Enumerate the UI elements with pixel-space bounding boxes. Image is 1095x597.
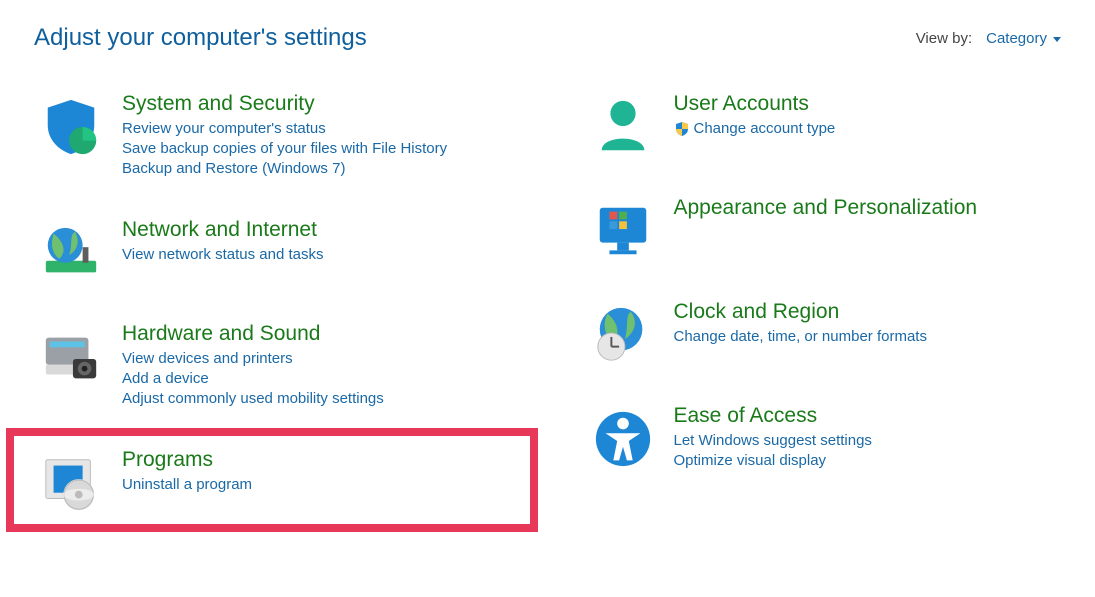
link-optimize-display[interactable]: Optimize visual display — [674, 452, 872, 469]
link-uninstall-program[interactable]: Uninstall a program — [122, 476, 252, 493]
network-internet-icon — [40, 222, 102, 284]
link-change-account-type[interactable]: Change account type — [674, 120, 836, 137]
right-column: User Accounts Change account type — [558, 72, 1090, 532]
category-appearance-personalization[interactable]: Appearance and Personalization — [558, 176, 1090, 280]
category-clock-and-region[interactable]: Clock and Region Change date, time, or n… — [558, 280, 1090, 384]
category-title[interactable]: Clock and Region — [674, 300, 927, 324]
category-title[interactable]: Network and Internet — [122, 218, 324, 242]
shield-security-icon — [40, 96, 102, 158]
category-system-and-security[interactable]: System and Security Review your computer… — [6, 72, 538, 198]
hardware-sound-icon — [40, 326, 102, 388]
category-title[interactable]: User Accounts — [674, 92, 836, 116]
view-by-label: View by: — [916, 30, 972, 47]
category-network-and-internet[interactable]: Network and Internet View network status… — [6, 198, 538, 302]
view-by-value[interactable]: Category — [986, 30, 1061, 47]
link-mobility-settings[interactable]: Adjust commonly used mobility settings — [122, 390, 384, 407]
link-network-status[interactable]: View network status and tasks — [122, 246, 324, 263]
view-by-control[interactable]: View by: Category — [916, 30, 1061, 47]
link-devices-printers[interactable]: View devices and printers — [122, 350, 384, 367]
view-by-value-text: Category — [986, 30, 1047, 47]
uac-shield-icon — [674, 121, 690, 137]
user-accounts-icon — [592, 96, 654, 158]
link-windows-suggest[interactable]: Let Windows suggest settings — [674, 432, 872, 449]
category-title[interactable]: Ease of Access — [674, 404, 872, 428]
category-hardware-and-sound[interactable]: Hardware and Sound View devices and prin… — [6, 302, 538, 428]
left-column: System and Security Review your computer… — [6, 72, 538, 532]
page-title: Adjust your computer's settings — [34, 24, 367, 52]
category-programs[interactable]: Programs Uninstall a program — [6, 428, 538, 532]
programs-icon — [40, 452, 102, 514]
link-text: Change account type — [694, 120, 836, 137]
clock-region-icon — [592, 304, 654, 366]
link-add-device[interactable]: Add a device — [122, 370, 384, 387]
link-date-time-formats[interactable]: Change date, time, or number formats — [674, 328, 927, 345]
link-file-history[interactable]: Save backup copies of your files with Fi… — [122, 140, 447, 157]
category-user-accounts[interactable]: User Accounts Change account type — [558, 72, 1090, 176]
link-review-status[interactable]: Review your computer's status — [122, 120, 447, 137]
category-title[interactable]: Programs — [122, 448, 252, 472]
appearance-personalization-icon — [592, 200, 654, 262]
category-title[interactable]: Hardware and Sound — [122, 322, 384, 346]
category-title[interactable]: Appearance and Personalization — [674, 196, 978, 220]
category-ease-of-access[interactable]: Ease of Access Let Windows suggest setti… — [558, 384, 1090, 490]
category-title[interactable]: System and Security — [122, 92, 447, 116]
ease-of-access-icon — [592, 408, 654, 470]
link-backup-restore[interactable]: Backup and Restore (Windows 7) — [122, 160, 447, 177]
chevron-down-icon — [1053, 37, 1061, 42]
